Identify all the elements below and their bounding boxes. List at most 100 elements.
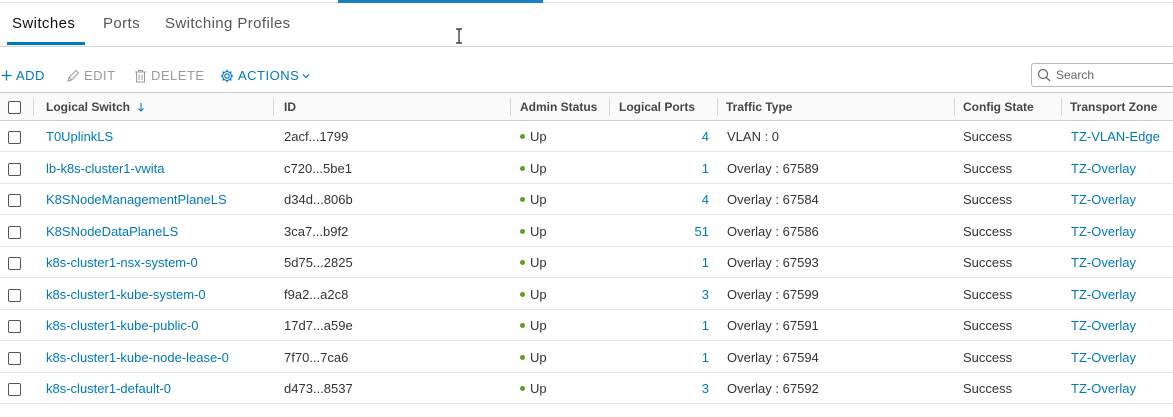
- delete-label: DELETE: [151, 68, 205, 83]
- config-state: Success: [963, 286, 1013, 302]
- transport-zone-link[interactable]: TZ-Overlay: [1071, 287, 1136, 302]
- table-row[interactable]: k8s-cluster1-default-0 d473...8537 Up 3 …: [0, 373, 1173, 404]
- status-up-dot-icon: [520, 354, 525, 360]
- traffic-type: Overlay : 67586: [727, 223, 819, 239]
- add-button[interactable]: ADD: [1, 68, 45, 83]
- transport-zone-link[interactable]: TZ-Overlay: [1071, 350, 1136, 365]
- row-checkbox[interactable]: [8, 351, 21, 365]
- traffic-type: Overlay : 67589: [727, 160, 819, 176]
- traffic-type: Overlay : 67591: [727, 318, 819, 333]
- transport-zone-link[interactable]: TZ-Overlay: [1071, 192, 1136, 207]
- traffic-type: Overlay : 67594: [727, 349, 819, 365]
- logical-ports-count[interactable]: 4: [669, 129, 709, 144]
- config-state: Success: [963, 255, 1013, 270]
- edit-button[interactable]: EDIT: [66, 68, 116, 83]
- column-header-transport-zone[interactable]: Transport Zone: [1070, 100, 1157, 114]
- logical-switch-link[interactable]: k8s-cluster1-default-0: [46, 381, 171, 396]
- config-state: Success: [963, 318, 1013, 333]
- traffic-type: VLAN : 0: [727, 129, 780, 144]
- admin-status: Up: [520, 255, 547, 270]
- row-checkbox[interactable]: [8, 194, 21, 207]
- text-cursor-icon: [455, 28, 463, 44]
- row-checkbox[interactable]: [8, 288, 21, 302]
- switch-id: 5d75...2825: [284, 255, 353, 270]
- config-state: Success: [963, 160, 1013, 176]
- toolbar: ADD EDIT DELETE ACTIONS: [0, 62, 1173, 92]
- logical-ports-count[interactable]: 1: [669, 161, 709, 176]
- table-row[interactable]: K8SNodeDataPlaneLS 3ca7...b9f2 Up 51 Ove…: [0, 216, 1173, 247]
- admin-status: Up: [520, 192, 547, 207]
- logical-switch-link[interactable]: K8SNodeDataPlaneLS: [46, 224, 178, 239]
- table-row[interactable]: T0UplinkLS 2acf...1799 Up 4 VLAN : 0 Suc…: [0, 121, 1173, 152]
- column-header-logical-ports[interactable]: Logical Ports: [619, 100, 695, 114]
- transport-zone-link[interactable]: TZ-Overlay: [1071, 161, 1136, 176]
- delete-button[interactable]: DELETE: [134, 68, 205, 83]
- tab-ports[interactable]: Ports: [103, 15, 140, 32]
- row-checkbox[interactable]: [8, 257, 21, 270]
- actions-dropdown[interactable]: ACTIONS: [220, 68, 310, 83]
- chevron-down-icon: [302, 73, 310, 78]
- status-up-dot-icon: [520, 323, 525, 329]
- logical-switch-link[interactable]: lb-k8s-cluster1-vwita: [46, 161, 164, 176]
- tab-switching-profiles[interactable]: Switching Profiles: [165, 15, 291, 32]
- logical-ports-count[interactable]: 4: [669, 192, 709, 207]
- status-up-dot-icon: [520, 134, 525, 140]
- row-checkbox[interactable]: [8, 320, 21, 333]
- status-up-dot-icon: [520, 260, 525, 266]
- table-row[interactable]: K8SNodeManagementPlaneLS d34d...806b Up …: [0, 184, 1173, 215]
- plus-icon: [1, 70, 12, 81]
- status-up-dot-icon: [520, 165, 525, 171]
- column-header-config-state[interactable]: Config State: [963, 100, 1034, 114]
- status-up-dot-icon: [520, 228, 525, 234]
- logical-ports-count[interactable]: 51: [669, 224, 709, 239]
- admin-status-text: Up: [530, 349, 547, 365]
- admin-status: Up: [520, 224, 547, 239]
- table-row[interactable]: lb-k8s-cluster1-vwita c720...5be1 Up 1 O…: [0, 153, 1173, 184]
- row-checkbox[interactable]: [8, 225, 21, 239]
- switch-id: 3ca7...b9f2: [284, 223, 349, 239]
- tab-switches[interactable]: Switches: [12, 15, 75, 32]
- search-input[interactable]: [1054, 67, 1168, 83]
- table-row[interactable]: k8s-cluster1-nsx-system-0 5d75...2825 Up…: [0, 247, 1173, 278]
- logical-switch-link[interactable]: K8SNodeManagementPlaneLS: [46, 192, 227, 207]
- logical-ports-count[interactable]: 1: [669, 255, 709, 270]
- config-state: Success: [963, 381, 1013, 396]
- admin-status-text: Up: [530, 160, 547, 176]
- table-row[interactable]: k8s-cluster1-kube-public-0 17d7...a59e U…: [0, 310, 1173, 341]
- column-header-id[interactable]: ID: [284, 100, 296, 114]
- select-all-checkbox[interactable]: [8, 101, 21, 114]
- table-row[interactable]: k8s-cluster1-kube-system-0 f9a2...a2c8 U…: [0, 279, 1173, 310]
- logical-switch-link[interactable]: k8s-cluster1-nsx-system-0: [46, 255, 198, 270]
- row-checkbox[interactable]: [8, 131, 21, 144]
- column-header-traffic-type[interactable]: Traffic Type: [726, 100, 792, 114]
- search-box[interactable]: [1031, 63, 1173, 87]
- logical-ports-count[interactable]: 1: [669, 318, 709, 333]
- admin-status-text: Up: [530, 381, 547, 396]
- row-checkbox[interactable]: [8, 383, 21, 396]
- column-header-label: Logical Switch: [46, 100, 131, 114]
- column-header-logical-switch[interactable]: Logical Switch: [46, 100, 145, 114]
- row-checkbox[interactable]: [8, 162, 21, 176]
- transport-zone-link[interactable]: TZ-Overlay: [1071, 255, 1136, 270]
- transport-zone-link[interactable]: TZ-Overlay: [1071, 224, 1136, 239]
- column-separator: [717, 98, 718, 116]
- admin-status: Up: [520, 350, 547, 365]
- table-row[interactable]: k8s-cluster1-kube-node-lease-0 7f70...7c…: [0, 342, 1173, 373]
- transport-zone-link[interactable]: TZ-VLAN-Edge: [1071, 129, 1160, 144]
- transport-zone-link[interactable]: TZ-Overlay: [1071, 318, 1136, 333]
- column-header-admin-status[interactable]: Admin Status: [520, 100, 597, 114]
- logical-ports-count[interactable]: 3: [669, 381, 709, 396]
- logical-ports-count[interactable]: 1: [669, 350, 709, 365]
- logical-switch-link[interactable]: k8s-cluster1-kube-system-0: [46, 287, 206, 302]
- logical-switch-link[interactable]: T0UplinkLS: [46, 129, 113, 144]
- logical-ports-count[interactable]: 3: [669, 287, 709, 302]
- config-state: Success: [963, 192, 1013, 207]
- logical-switch-link[interactable]: k8s-cluster1-kube-public-0: [46, 318, 198, 333]
- edit-label: EDIT: [84, 68, 116, 83]
- logical-switch-link[interactable]: k8s-cluster1-kube-node-lease-0: [46, 350, 229, 365]
- transport-zone-link[interactable]: TZ-Overlay: [1071, 381, 1136, 396]
- actions-label: ACTIONS: [238, 68, 300, 83]
- column-separator: [609, 98, 610, 116]
- config-state: Success: [963, 349, 1013, 365]
- admin-status-text: Up: [530, 129, 547, 144]
